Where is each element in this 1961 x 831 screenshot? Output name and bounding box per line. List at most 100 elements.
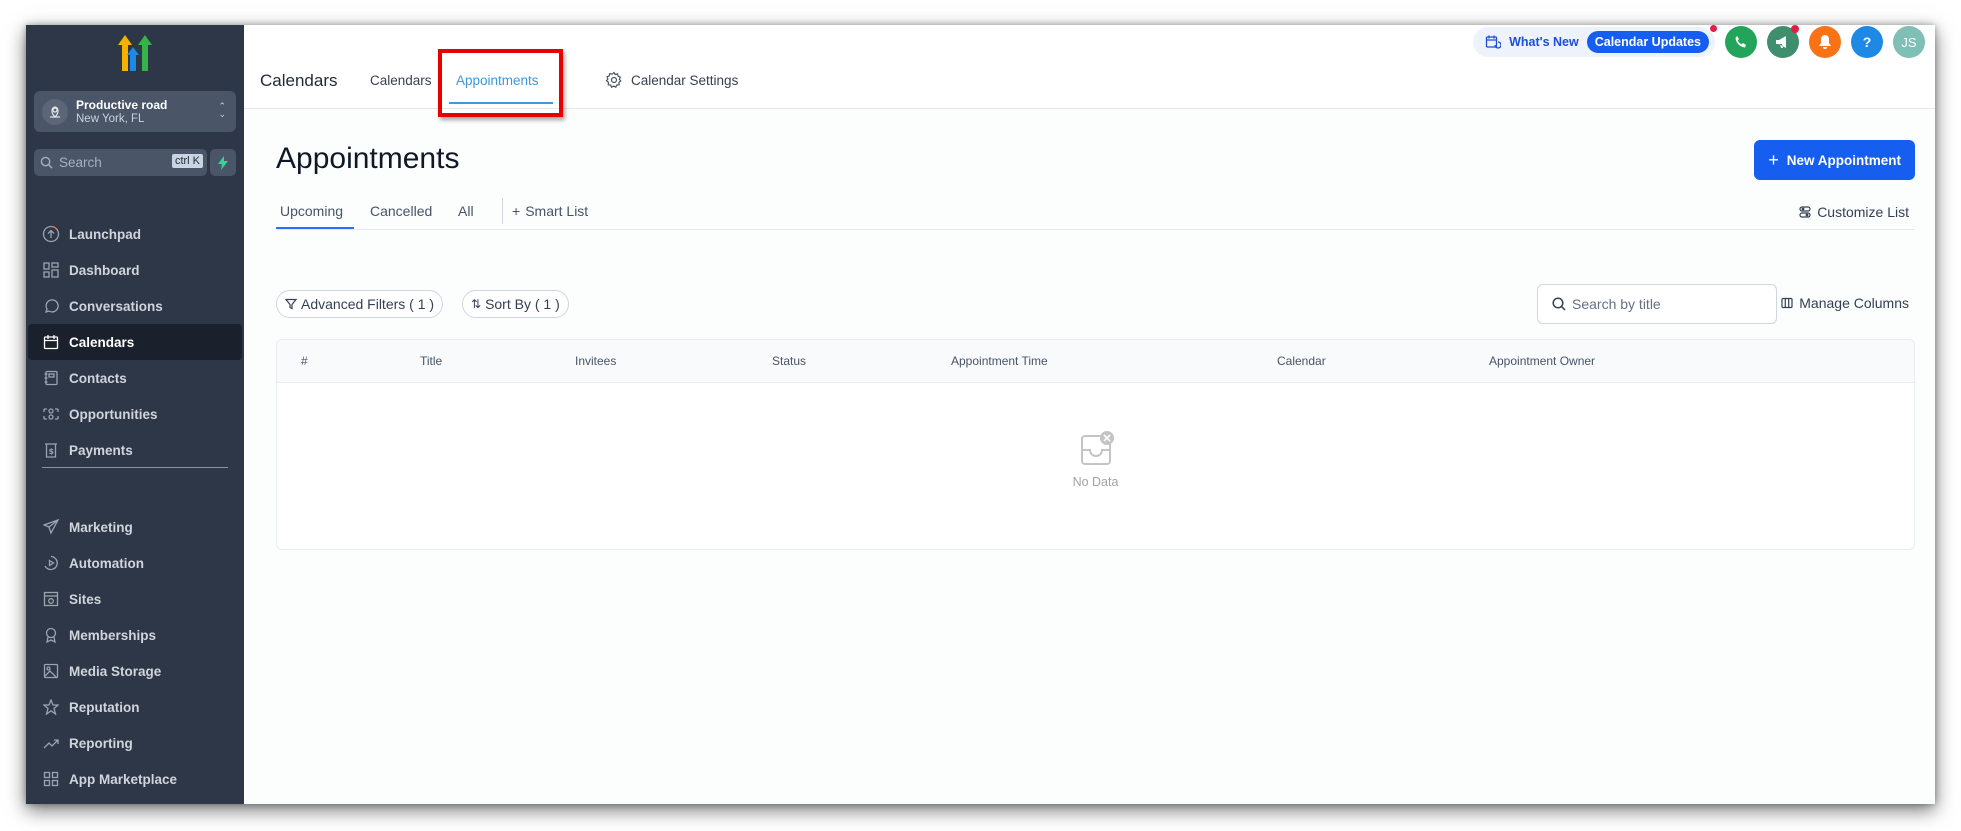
sidebar-item-label: Calendars: [69, 334, 135, 350]
plus-icon: +: [512, 203, 521, 219]
tab-calendar-settings[interactable]: Calendar Settings: [605, 71, 738, 89]
filter-icon: [285, 298, 297, 310]
smart-list-button[interactable]: + Smart List: [512, 203, 588, 219]
active-tab-indicator: [449, 102, 553, 104]
app-logo[interactable]: [114, 33, 156, 73]
sidebar-item-app-marketplace[interactable]: App Marketplace: [26, 761, 244, 797]
column-header-status[interactable]: Status: [772, 354, 806, 368]
subtab-separator: [502, 198, 503, 224]
page-label: Calendars: [260, 71, 338, 90]
payments-icon: $: [42, 441, 60, 459]
contacts-icon: [42, 369, 60, 387]
sidebar-item-marketing[interactable]: Marketing: [26, 509, 244, 545]
automation-icon: [42, 554, 60, 572]
subtab-cancelled[interactable]: Cancelled: [370, 203, 432, 219]
sidebar-item-dashboard[interactable]: Dashboard: [26, 252, 244, 288]
send-icon: [42, 518, 60, 536]
advanced-filters-button[interactable]: Advanced Filters ( 1 ): [276, 290, 444, 318]
calendar-refresh-icon: [1485, 35, 1502, 49]
search-by-title[interactable]: [1537, 284, 1777, 324]
active-subtab-indicator: [276, 227, 354, 229]
sidebar-nav-primary: Launchpad Dashboard Conversations Calend…: [26, 216, 244, 468]
sidebar-item-sites[interactable]: Sites: [26, 581, 244, 617]
phone-button[interactable]: [1725, 26, 1757, 58]
column-header-calendar[interactable]: Calendar: [1277, 354, 1326, 368]
header-actions: What's New Calendar Updates ? JS: [1473, 25, 1925, 59]
star-icon: [42, 698, 60, 716]
sidebar-item-launchpad[interactable]: Launchpad: [26, 216, 244, 252]
calendar-updates-badge[interactable]: Calendar Updates: [1586, 31, 1709, 53]
gear-icon: [605, 71, 622, 89]
bell-icon: [1819, 35, 1831, 49]
sidebar-item-label: Launchpad: [69, 226, 142, 242]
top-bar: Calendars Calendars Appointments Calenda…: [244, 25, 1935, 117]
quick-actions-button[interactable]: [210, 149, 236, 176]
announcements-button[interactable]: [1767, 25, 1799, 58]
avatar-initials: JS: [1901, 34, 1917, 50]
search-by-title-input[interactable]: [1572, 296, 1762, 312]
column-header-appointment-owner[interactable]: Appointment Owner: [1489, 354, 1595, 368]
account-name: Productive road: [76, 97, 168, 112]
page-title: Appointments: [276, 142, 460, 175]
search-shortcut: ctrl K: [171, 154, 203, 168]
column-header-invitees[interactable]: Invitees: [575, 354, 616, 368]
help-button[interactable]: ?: [1851, 26, 1883, 58]
customize-list-button[interactable]: Customize List: [1799, 204, 1909, 220]
tab-appointments[interactable]: Appointments: [456, 73, 539, 88]
sidebar-item-label: Conversations: [69, 298, 163, 314]
opportunities-icon: [42, 405, 60, 423]
new-appointment-label: New Appointment: [1786, 152, 1901, 168]
sidebar-item-automation[interactable]: Automation: [26, 545, 244, 581]
help-icon: ?: [1862, 34, 1872, 50]
column-header-appointment-time[interactable]: Appointment Time: [951, 354, 1048, 368]
empty-state: No Data: [277, 430, 1914, 489]
notifications-button[interactable]: [1809, 26, 1841, 58]
search-icon: [40, 156, 53, 169]
sidebar-item-contacts[interactable]: Contacts: [26, 360, 244, 396]
sort-by-button[interactable]: ⇅ Sort By ( 1 ): [462, 290, 569, 318]
calendar-icon: [42, 333, 60, 351]
main-content: Appointments + New Appointment Upcoming …: [244, 110, 1935, 804]
new-appointment-button[interactable]: + New Appointment: [1754, 140, 1915, 180]
chat-icon: [42, 297, 60, 315]
sidebar-item-label: Opportunities: [69, 406, 158, 422]
sidebar-item-reputation[interactable]: Reputation: [26, 689, 244, 725]
subtab-upcoming[interactable]: Upcoming: [280, 203, 343, 219]
chevron-updown-icon: ⌃ ⌄: [218, 101, 226, 119]
sort-icon: ⇅: [471, 297, 482, 311]
sidebar-item-label: Payments: [69, 442, 133, 458]
account-switcher[interactable]: Productive road New York, FL ⌃ ⌄: [34, 91, 236, 132]
notification-dot: [1710, 25, 1717, 32]
column-header-number[interactable]: #: [301, 354, 308, 368]
column-header-title[interactable]: Title: [420, 354, 442, 368]
apps-icon: [42, 770, 60, 788]
sidebar-item-label: Dashboard: [69, 262, 140, 278]
whats-new-button[interactable]: What's New Calendar Updates: [1473, 25, 1717, 57]
appointments-table: # Title Invitees Status Appointment Time…: [276, 339, 1915, 550]
manage-columns-label: Manage Columns: [1799, 295, 1909, 311]
sidebar-item-media-storage[interactable]: Media Storage: [26, 653, 244, 689]
bolt-icon: [218, 155, 228, 170]
megaphone-icon: [1776, 36, 1786, 48]
sidebar-nav-secondary: Marketing Automation Sites Memberships M…: [26, 509, 244, 797]
sidebar-item-opportunities[interactable]: Opportunities: [26, 396, 244, 432]
manage-columns-button[interactable]: Manage Columns: [1781, 295, 1909, 311]
sidebar-item-payments[interactable]: $ Payments: [26, 432, 244, 468]
tab-calendars[interactable]: Calendars: [370, 73, 432, 88]
sidebar-item-label: Marketing: [69, 519, 133, 535]
tab-calendar-settings-label: Calendar Settings: [631, 72, 739, 88]
subtab-all[interactable]: All: [458, 203, 474, 219]
sidebar-item-conversations[interactable]: Conversations: [26, 288, 244, 324]
sidebar-search[interactable]: Search ctrl K: [34, 149, 207, 176]
notification-dot: [1791, 25, 1799, 33]
sidebar-divider: [42, 467, 228, 468]
sidebar-item-label: Media Storage: [69, 663, 162, 679]
empty-inbox-icon: [1080, 431, 1114, 465]
sidebar-item-label: Automation: [69, 555, 144, 571]
sidebar-item-memberships[interactable]: Memberships: [26, 617, 244, 653]
user-avatar[interactable]: JS: [1893, 26, 1925, 58]
dashboard-icon: [42, 261, 60, 279]
sidebar-item-calendars[interactable]: Calendars: [28, 324, 242, 360]
empty-state-text: No Data: [1072, 475, 1119, 489]
sidebar-item-reporting[interactable]: Reporting: [26, 725, 244, 761]
